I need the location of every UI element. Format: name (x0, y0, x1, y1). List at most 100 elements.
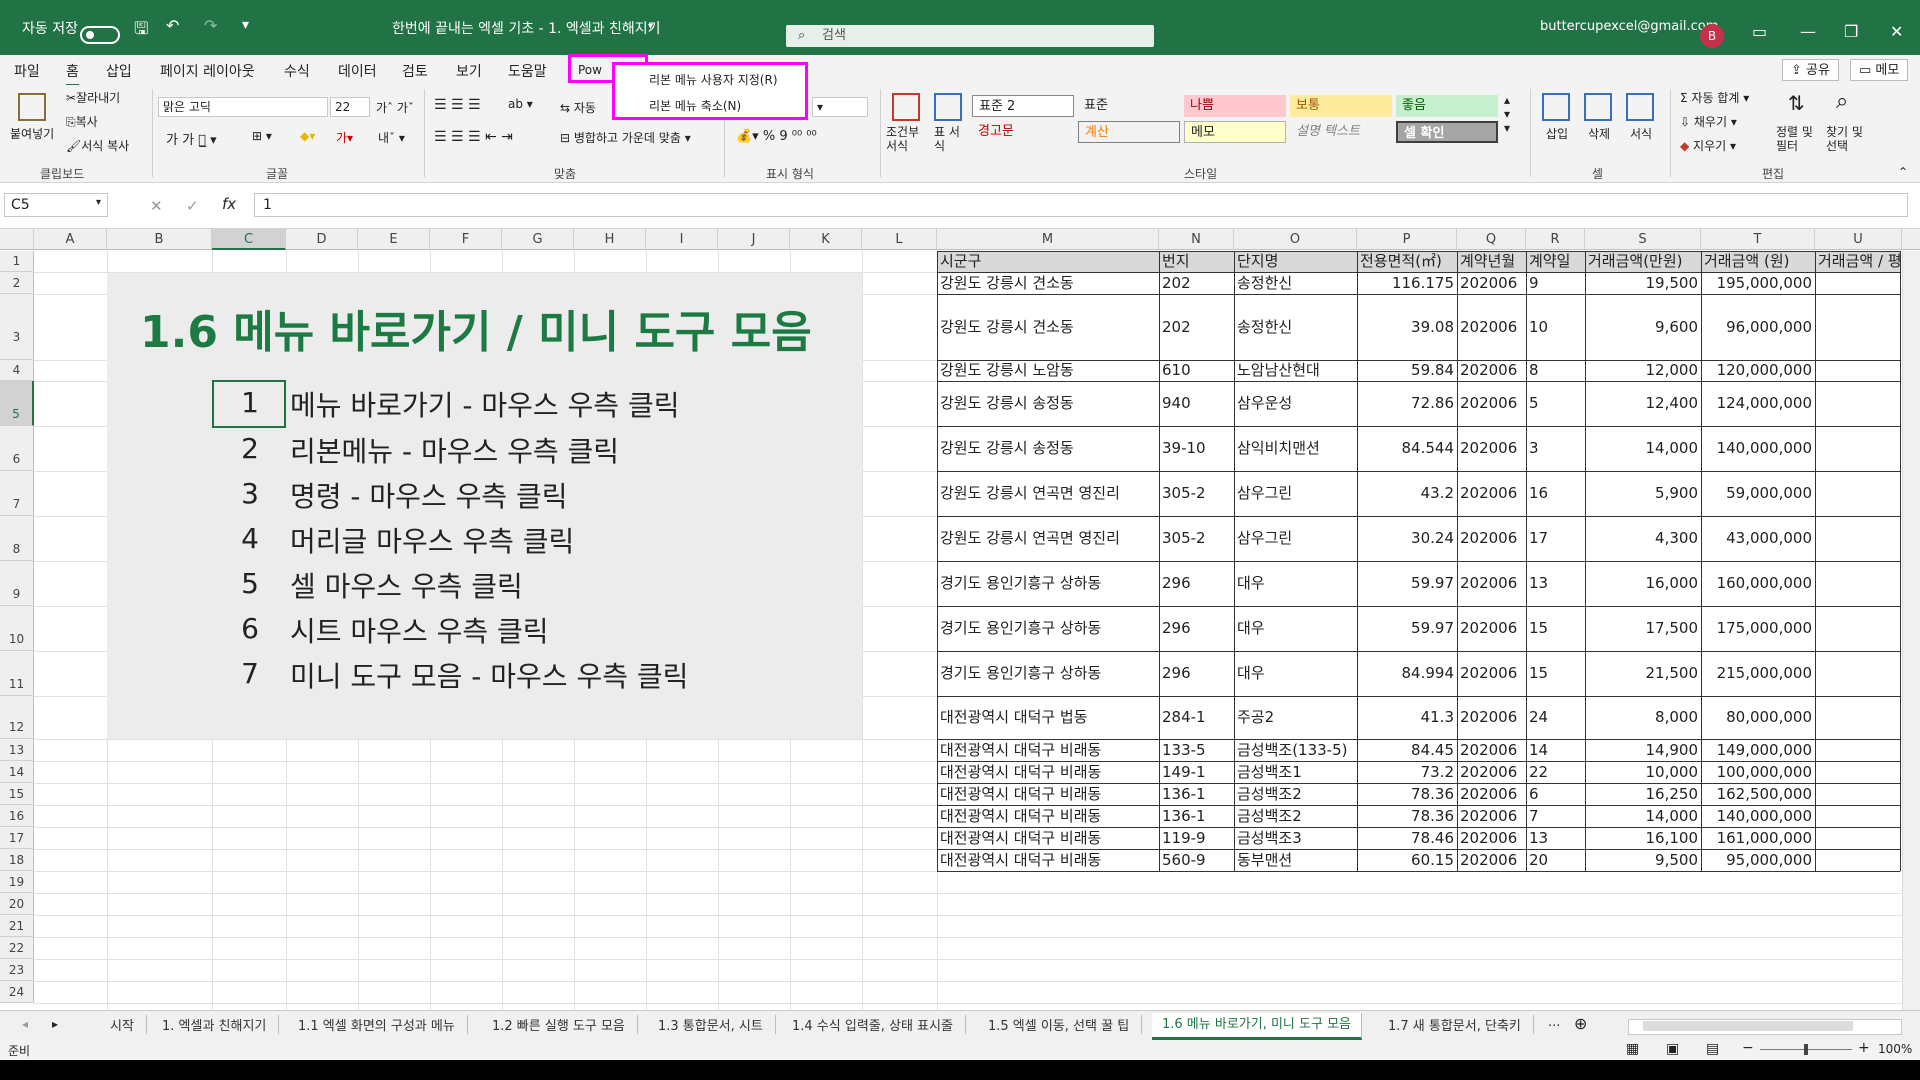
restore-icon[interactable]: ❐ (1844, 22, 1858, 41)
table-cell[interactable]: 60.15 (1357, 849, 1457, 871)
table-cell[interactable]: 140,000,000 (1701, 426, 1815, 471)
formula-input[interactable]: 1 (254, 193, 1908, 217)
minimize-icon[interactable]: — (1800, 22, 1816, 41)
insert-cells-button[interactable]: 삽입 (1546, 125, 1568, 142)
table-cell[interactable]: 14,000 (1585, 426, 1701, 471)
tab-home[interactable]: 홈 (66, 61, 79, 87)
table-cell[interactable]: 7 (1526, 805, 1585, 827)
table-cell[interactable]: 8 (1526, 360, 1585, 381)
table-cell[interactable]: 136-1 (1159, 783, 1234, 805)
list-item[interactable]: 미니 도구 모음 - 마우스 우측 클릭 (290, 655, 688, 695)
row-header[interactable]: 17 (0, 827, 34, 849)
zoom-slider[interactable] (1760, 1044, 1852, 1055)
table-cell[interactable]: 119-9 (1159, 827, 1234, 849)
table-header-cell[interactable]: 거래금액 / 평 (1815, 251, 1900, 272)
table-cell[interactable]: 215,000,000 (1701, 651, 1815, 696)
horizontal-align-icons[interactable]: ☰ ☰ ☰ ⇤ ⇥ (434, 129, 513, 145)
tab-help[interactable]: 도움말 (508, 61, 547, 81)
table-cell[interactable]: 경기도 용인기흥구 상하동 (937, 651, 1159, 696)
table-cell[interactable]: 강원도 강릉시 연곡면 영진리 (937, 471, 1159, 516)
tab-review[interactable]: 검토 (402, 61, 428, 81)
table-cell[interactable]: 136-1 (1159, 805, 1234, 827)
sheet-tab[interactable]: 1.1 엑셀 화면의 구성과 메뉴 (298, 1015, 468, 1034)
table-cell[interactable]: 대우 (1234, 561, 1357, 606)
search-input[interactable]: ⌕ 검색 (786, 25, 1154, 47)
table-cell[interactable]: 940 (1159, 381, 1234, 426)
table-cell[interactable]: 73.2 (1357, 761, 1457, 783)
table-cell[interactable]: 133-5 (1159, 739, 1234, 761)
table-cell[interactable]: 송정한신 (1234, 294, 1357, 360)
table-cell[interactable]: 59,000,000 (1701, 471, 1815, 516)
column-header[interactable]: M (937, 229, 1159, 250)
font-color-icon[interactable]: 가▾ (336, 129, 353, 146)
share-button[interactable]: ⇪ 공유 (1782, 59, 1839, 81)
table-cell[interactable]: 15 (1526, 606, 1585, 651)
phonetic-icon[interactable]: 내ˇ ▾ (378, 129, 405, 146)
table-cell[interactable]: 20 (1526, 849, 1585, 871)
column-header[interactable]: S (1585, 229, 1701, 250)
sheet-tab[interactable]: 1.3 통합문서, 시트 (658, 1015, 776, 1034)
table-cell[interactable]: 202006 (1457, 471, 1526, 516)
zoom-slider-thumb[interactable] (1804, 1044, 1808, 1055)
table-cell[interactable]: 162,500,000 (1701, 783, 1815, 805)
tab-data[interactable]: 데이터 (338, 61, 377, 81)
table-cell[interactable]: 경기도 용인기흥구 상하동 (937, 606, 1159, 651)
column-header[interactable]: R (1526, 229, 1585, 250)
column-header[interactable]: J (718, 229, 790, 250)
row-header[interactable]: 8 (0, 516, 34, 561)
column-header[interactable]: N (1159, 229, 1234, 250)
number-format-icons[interactable]: 💰▾ % 9 ⁰⁰ ⁰⁰ (736, 129, 817, 144)
table-cell[interactable]: 84.994 (1357, 651, 1457, 696)
sheet-tab[interactable]: 1. 엑셀과 친해지기 (162, 1015, 280, 1034)
table-cell[interactable]: 3 (1526, 426, 1585, 471)
table-cell[interactable]: 284-1 (1159, 696, 1234, 739)
row-header[interactable]: 13 (0, 739, 34, 761)
row-header[interactable]: 12 (0, 696, 34, 739)
vertical-scrollbar[interactable] (1902, 251, 1920, 1010)
table-cell[interactable]: 16 (1526, 471, 1585, 516)
normal-view-icon[interactable]: ▦ (1626, 1041, 1639, 1057)
autosave-toggle[interactable] (80, 26, 120, 44)
table-cell[interactable]: 17 (1526, 516, 1585, 561)
row-header[interactable]: 10 (0, 606, 34, 651)
table-cell[interactable]: 4,300 (1585, 516, 1701, 561)
list-item[interactable]: 명령 - 마우스 우측 클릭 (290, 475, 568, 515)
insert-function-icon[interactable]: fx (222, 195, 236, 213)
row-header[interactable]: 1 (0, 251, 34, 272)
menu-item-collapse-ribbon[interactable]: 리본 메뉴 축소(N) (649, 97, 741, 114)
table-cell[interactable]: 202006 (1457, 827, 1526, 849)
table-cell[interactable]: 삼우그린 (1234, 516, 1357, 561)
table-cell[interactable]: 강원도 강릉시 연곡면 영진리 (937, 516, 1159, 561)
row-header[interactable]: 15 (0, 783, 34, 805)
delete-cells-button[interactable]: 삭제 (1588, 125, 1610, 142)
close-icon[interactable]: ✕ (1890, 22, 1903, 41)
column-header[interactable]: G (502, 229, 574, 250)
orientation-icon[interactable]: ab ▾ (508, 97, 533, 111)
table-cell[interactable]: 202006 (1457, 761, 1526, 783)
row-header[interactable]: 4 (0, 360, 34, 381)
copy-button[interactable]: ⎘복사 (66, 113, 98, 130)
prev-sheet-icon[interactable]: ◂ (22, 1017, 28, 1031)
table-cell[interactable]: 202006 (1457, 849, 1526, 871)
table-cell[interactable]: 116.175 (1357, 272, 1457, 294)
ribbon-display-icon[interactable]: ▭ (1752, 22, 1767, 41)
style-good[interactable]: 좋음 (1396, 95, 1498, 117)
table-header-cell[interactable]: 시군구 (937, 251, 1159, 272)
table-cell[interactable]: 43.2 (1357, 471, 1457, 516)
table-cell[interactable]: 202006 (1457, 651, 1526, 696)
table-cell[interactable]: 43,000,000 (1701, 516, 1815, 561)
column-header[interactable]: U (1815, 229, 1902, 250)
find-select-button[interactable]: 찾기 및 선택 (1826, 125, 1874, 153)
add-sheet-icon[interactable]: ⊕ (1574, 1014, 1587, 1033)
table-cell[interactable]: 149,000,000 (1701, 739, 1815, 761)
tab-view[interactable]: 보기 (456, 61, 482, 81)
table-cell[interactable]: 13 (1526, 561, 1585, 606)
avatar[interactable]: B (1700, 24, 1724, 48)
table-cell[interactable]: 202006 (1457, 783, 1526, 805)
column-header[interactable]: B (107, 229, 212, 250)
select-all-corner[interactable] (0, 229, 34, 250)
table-cell[interactable]: 59.97 (1357, 561, 1457, 606)
column-header[interactable]: Q (1457, 229, 1526, 250)
row-header[interactable]: 14 (0, 761, 34, 783)
table-cell[interactable]: 560-9 (1159, 849, 1234, 871)
